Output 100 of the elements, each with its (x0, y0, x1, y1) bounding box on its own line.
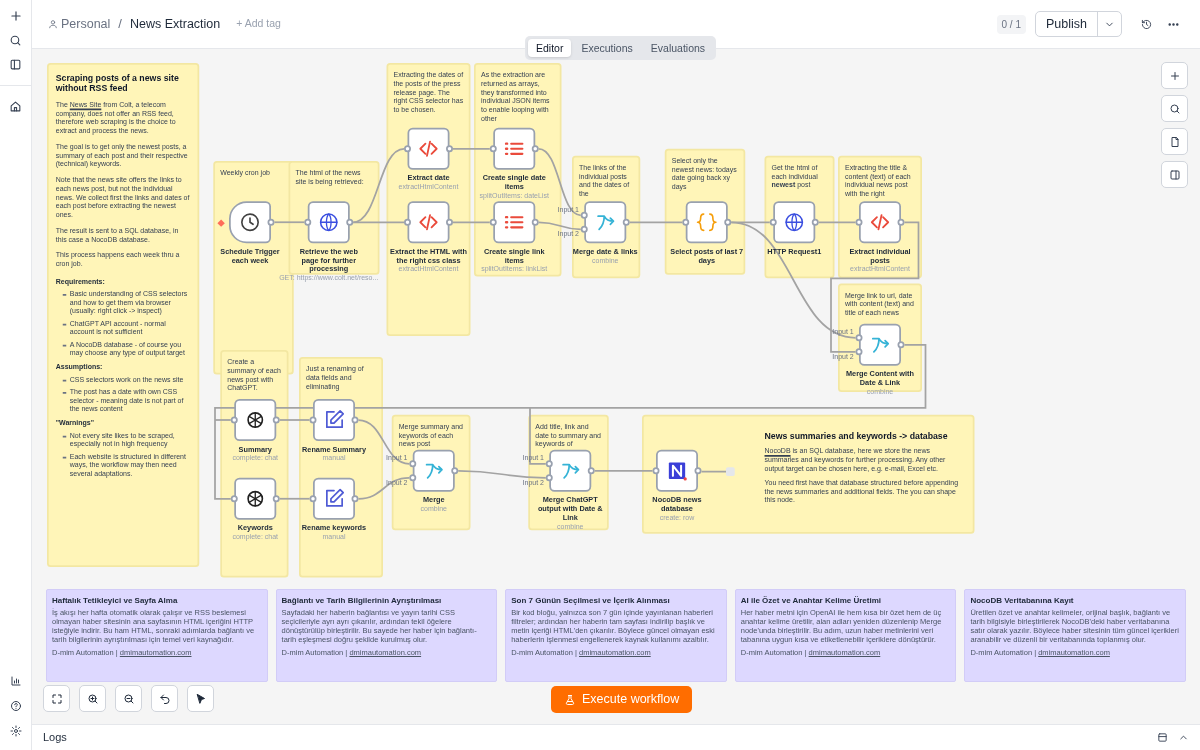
input-handle[interactable] (404, 218, 411, 226)
trigger-mark (217, 218, 225, 226)
bullet-mark (62, 391, 67, 392)
note-title: Haftalık Tetikleyici ve Sayfa Alma (52, 596, 179, 606)
note-title: NocoDB Veritabanına Kayıt (970, 596, 1075, 606)
workflow-node[interactable] (859, 323, 901, 366)
workflow-node[interactable] (656, 449, 698, 492)
pop-out-icon[interactable] (1157, 732, 1168, 743)
output-handle[interactable] (451, 467, 459, 475)
workflow-node[interactable] (859, 201, 901, 244)
info-note[interactable] (505, 589, 727, 682)
workflow-node[interactable] (584, 201, 627, 244)
help-icon[interactable] (9, 700, 22, 712)
input-handle[interactable] (682, 218, 690, 226)
input-handle[interactable] (304, 218, 312, 226)
workflow-node[interactable] (307, 201, 350, 244)
note-title: Bağlantı ve Tarih Bilgilerinin Ayrıştırılması (281, 596, 443, 606)
output-handle[interactable] (811, 218, 819, 226)
output-handle[interactable] (267, 218, 275, 226)
output-handle[interactable] (272, 495, 280, 503)
search-icon (1168, 102, 1181, 115)
input-handle[interactable] (489, 218, 497, 226)
workflow-node[interactable] (773, 201, 816, 244)
input-handle[interactable] (769, 218, 777, 226)
output-handle[interactable] (897, 218, 905, 226)
bullet-mark (62, 343, 67, 345)
output-handle[interactable] (897, 341, 905, 349)
note-title: Scraping posts of a news site without RSS feed (55, 71, 180, 93)
info-note[interactable] (275, 589, 498, 682)
workflow-node[interactable] (549, 449, 592, 492)
workflow-node[interactable] (493, 201, 536, 244)
bullet-mark (62, 293, 67, 294)
input-handle[interactable] (404, 145, 411, 153)
connection-line (452, 221, 491, 224)
input-handle[interactable] (230, 495, 238, 503)
panel-toggle-icon (1168, 168, 1181, 181)
output-handle[interactable] (346, 218, 354, 226)
output-handle[interactable] (587, 467, 595, 475)
sticky-note-icon (1168, 135, 1181, 148)
connection-line (537, 221, 582, 231)
input-handle[interactable] (652, 467, 660, 475)
workflow-node[interactable] (313, 399, 355, 441)
fit-view-icon (50, 692, 63, 705)
workflow-node[interactable] (234, 477, 277, 520)
undo-icon (158, 692, 171, 705)
note-title: Son 7 Günün Seçilmesi ve İçerik Alınması (511, 596, 671, 606)
view-tab[interactable]: Editor (528, 39, 572, 57)
info-note[interactable] (734, 589, 957, 682)
canvas-button[interactable] (79, 685, 106, 712)
workflow-node[interactable] (407, 201, 450, 244)
info-note[interactable] (964, 589, 1186, 682)
bullet-mark (62, 455, 67, 457)
workflow-node[interactable] (229, 201, 271, 244)
workflow-node[interactable] (407, 127, 450, 170)
settings-icon[interactable] (9, 725, 22, 737)
workflow-node[interactable] (234, 399, 277, 441)
workflow-node[interactable] (493, 127, 536, 170)
output-handle[interactable] (351, 495, 359, 503)
workflow-node[interactable] (412, 449, 455, 492)
bullet-mark (62, 322, 67, 324)
output-handle[interactable] (694, 467, 702, 475)
history-icon[interactable] (1141, 18, 1152, 30)
input-handle[interactable] (230, 416, 238, 424)
view-tab[interactable]: Evaluations (642, 39, 714, 57)
input-handle[interactable] (489, 145, 497, 153)
output-handle[interactable] (531, 218, 539, 226)
canvas-button[interactable] (1161, 95, 1188, 122)
connection-line (273, 221, 306, 224)
output-handle[interactable] (446, 145, 453, 153)
connection-line (452, 147, 491, 150)
output-handle[interactable] (622, 218, 630, 226)
sidebar-toggle-icon[interactable] (9, 58, 22, 71)
version-counter: 0 / 1 (996, 14, 1026, 34)
workflow-name[interactable]: News Extraction (129, 14, 221, 34)
output-handle[interactable] (531, 145, 539, 153)
user-icon (48, 19, 58, 29)
home-icon[interactable] (9, 100, 22, 113)
search-icon[interactable] (9, 34, 22, 47)
canvas-button[interactable] (115, 685, 142, 712)
workflow-node[interactable] (685, 201, 728, 244)
output-handle[interactable] (446, 218, 453, 226)
input-handle[interactable] (309, 495, 317, 503)
view-tab[interactable]: Executions (573, 39, 641, 57)
flask-icon (564, 693, 576, 706)
cursor-icon (194, 692, 207, 705)
canvas-button[interactable] (187, 685, 214, 712)
project-link[interactable]: Personal (48, 14, 111, 34)
add-node-handle[interactable] (726, 467, 735, 476)
add-icon[interactable] (8, 9, 23, 23)
connection-line (628, 221, 684, 224)
add-node-icon (1168, 69, 1181, 82)
output-handle[interactable] (724, 218, 732, 226)
workflow-node[interactable] (313, 477, 355, 520)
zoom-out-icon (122, 692, 135, 705)
output-handle[interactable] (351, 416, 359, 424)
output-handle[interactable] (272, 416, 280, 424)
insights-icon[interactable] (9, 675, 22, 687)
input-handle[interactable] (309, 416, 317, 424)
input-handle[interactable] (855, 218, 863, 226)
logs-label[interactable]: Logs (43, 729, 67, 746)
